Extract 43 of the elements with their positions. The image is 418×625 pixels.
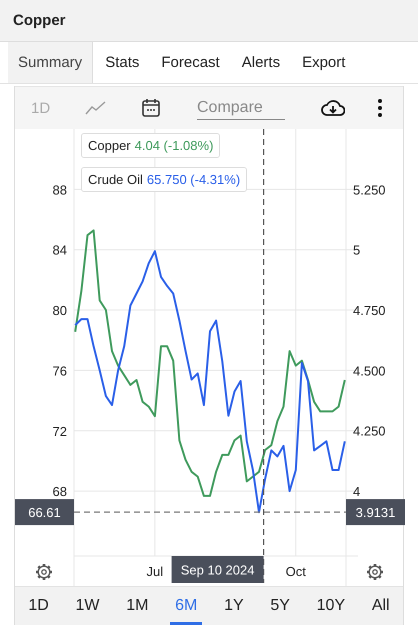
annotation: 3.9131 xyxy=(356,505,396,520)
range-tab[interactable]: 6M xyxy=(170,587,202,625)
axis-label: 84 xyxy=(52,242,67,258)
axis-label: Oct xyxy=(286,564,306,579)
compare-field[interactable]: Compare xyxy=(197,96,285,120)
calendar-icon[interactable] xyxy=(141,98,161,118)
window-title: Copper xyxy=(12,11,66,31)
axis-label: 76 xyxy=(52,363,67,378)
tab[interactable]: Alerts xyxy=(232,42,290,83)
legend-value: 65.750 (-4.31%) xyxy=(146,172,240,187)
axis-label: 4 xyxy=(353,484,360,500)
line-chart-icon[interactable] xyxy=(85,101,107,115)
axis-label: 4.250 xyxy=(353,424,386,439)
axis-label: 68 xyxy=(52,484,67,500)
axis-label: 5.250 xyxy=(353,182,386,198)
range-tab[interactable]: 1W xyxy=(70,587,104,625)
tab[interactable]: Stats xyxy=(95,42,150,83)
axis-label: 5 xyxy=(353,242,360,258)
tab[interactable]: Summary xyxy=(8,42,94,83)
axis-label: 88 xyxy=(52,182,67,198)
range-tab[interactable]: 1Y xyxy=(219,587,249,625)
date-label: Sep 10 2024 xyxy=(172,556,264,583)
legend-value: 4.04 (-1.08%) xyxy=(134,138,214,153)
settings-icon[interactable] xyxy=(366,562,384,582)
legend-name: Copper xyxy=(88,138,131,153)
range-tab[interactable]: All xyxy=(366,587,395,625)
axis-label: 72 xyxy=(52,424,67,439)
range-tab[interactable]: 1D xyxy=(23,587,54,625)
cloud-download-icon[interactable] xyxy=(321,99,345,117)
tab[interactable]: Forecast xyxy=(151,42,230,83)
price-label: 3.9131 xyxy=(346,499,405,526)
price-label: 66.61 xyxy=(15,499,74,526)
axis-label: 4.500 xyxy=(353,363,386,378)
axis-label: 4.750 xyxy=(353,303,386,318)
range-tab[interactable]: 1M xyxy=(121,587,154,625)
axis-label: Jul xyxy=(146,564,164,579)
tab[interactable]: Export xyxy=(292,42,356,83)
axis-label: 80 xyxy=(52,303,67,318)
range-tab[interactable]: 10Y xyxy=(312,587,350,625)
settings-icon[interactable] xyxy=(34,562,54,582)
legend-name: Crude Oil xyxy=(88,172,143,187)
menu-icon[interactable] xyxy=(377,98,383,118)
range-tab[interactable]: 5Y xyxy=(265,587,295,625)
